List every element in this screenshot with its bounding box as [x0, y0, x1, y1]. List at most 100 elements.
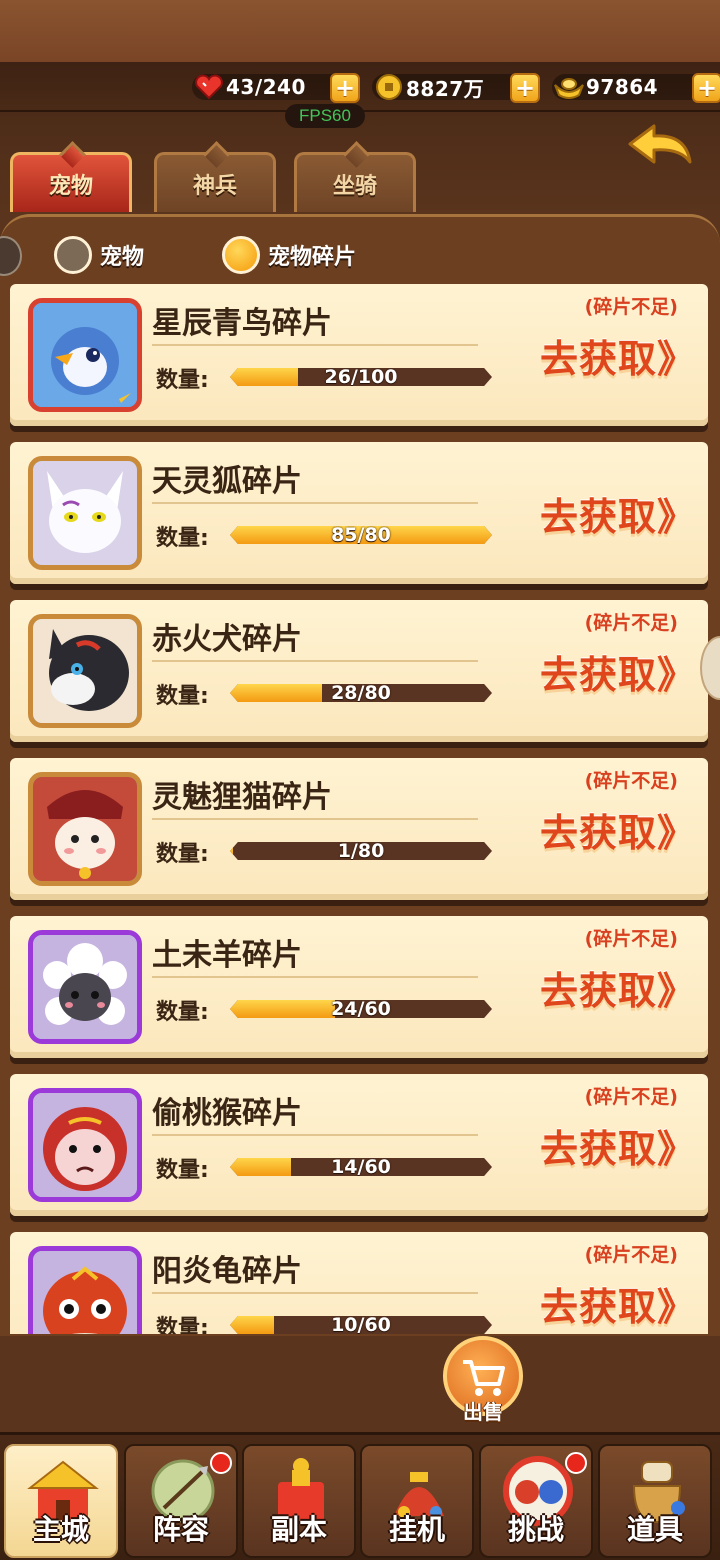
ingot-icon — [552, 71, 586, 103]
obtain-button[interactable]: 去获取》 — [540, 1276, 696, 1331]
nav-idle[interactable]: 挂机 — [360, 1444, 474, 1558]
nav-dungeon[interactable]: 副本 — [242, 1444, 356, 1558]
fragment-count: 85/80 — [331, 524, 391, 546]
coin-icon — [372, 71, 406, 103]
nav-formation[interactable]: 阵容 — [124, 1444, 238, 1558]
pet-avatar-icon[interactable] — [28, 298, 142, 412]
fragment-count: 14/60 — [331, 1156, 391, 1178]
fps-counter: FPS60 — [285, 104, 365, 128]
fragment-progress-bar: 10/60 — [230, 1316, 492, 1334]
fragment-progress-bar: 85/80 — [230, 526, 492, 544]
fragment-count: 10/60 — [331, 1314, 391, 1334]
filter-pets[interactable]: 宠物 — [54, 234, 144, 276]
fragment-name: 灵魅狸猫碎片 — [152, 780, 332, 815]
obtain-button[interactable]: 去获取》 — [540, 644, 696, 699]
add-stamina-button[interactable]: + — [330, 73, 360, 103]
filter-pet-fragments[interactable]: 宠物碎片 — [222, 234, 356, 276]
nav-label: 副本 — [270, 1513, 327, 1546]
notification-dot-icon — [210, 1452, 232, 1474]
divider — [152, 660, 478, 662]
obtain-button[interactable]: 去获取》 — [540, 486, 696, 541]
fragment-list[interactable]: 星辰青鸟碎片 数量: 26/100 (碎片不足) 去获取》 天灵狐碎片 数量: … — [0, 282, 720, 1334]
add-gold-button[interactable]: + — [692, 73, 720, 103]
radio-selected-icon — [222, 236, 260, 274]
fragment-count: 28/80 — [331, 682, 391, 704]
tab-pets[interactable]: 宠物 — [10, 152, 132, 212]
insufficient-warning: (碎片不足) — [584, 296, 678, 318]
nav-label: 挂机 — [388, 1513, 445, 1546]
coin-value: 8827万 — [406, 76, 485, 101]
insufficient-warning: (碎片不足) — [584, 770, 678, 792]
coin-resource: 8827万 + — [372, 71, 540, 103]
fragment-card: 灵魅狸猫碎片 数量: 1/80 (碎片不足) 去获取》 — [10, 758, 708, 900]
divider — [152, 1134, 478, 1136]
quantity-label: 数量: — [156, 1316, 209, 1334]
fragment-name: 天灵狐碎片 — [152, 464, 302, 499]
obtain-button[interactable]: 去获取》 — [540, 1118, 696, 1173]
fragment-name: 赤火犬碎片 — [152, 622, 302, 657]
fragment-progress-bar: 24/60 — [230, 1000, 492, 1018]
fragment-progress-bar: 28/80 — [230, 684, 492, 702]
pet-avatar-icon[interactable] — [28, 1088, 142, 1202]
pet-avatar-icon[interactable] — [28, 614, 142, 728]
insufficient-warning: (碎片不足) — [584, 1244, 678, 1266]
pet-avatar-icon[interactable] — [28, 456, 142, 570]
sell-button[interactable]: 出售 — [441, 1336, 525, 1424]
divider — [152, 818, 478, 820]
heart-icon — [192, 71, 226, 103]
gold-value: 97864 — [586, 75, 659, 99]
tab-weapons[interactable]: 神兵 — [154, 152, 276, 212]
fragment-count: 24/60 — [331, 998, 391, 1020]
fragment-card: 土未羊碎片 数量: 24/60 (碎片不足) 去获取》 — [10, 916, 708, 1058]
pet-avatar-icon[interactable] — [28, 772, 142, 886]
nav-castle[interactable]: 主城 — [4, 1444, 118, 1558]
nav-bag[interactable]: 道具 — [598, 1444, 712, 1558]
obtain-button[interactable]: 去获取》 — [540, 328, 696, 383]
radio-icon — [54, 236, 92, 274]
quantity-label: 数量: — [156, 1000, 209, 1025]
nav-challenge[interactable]: 挑战 — [479, 1444, 593, 1558]
quantity-label: 数量: — [156, 526, 209, 551]
divider — [152, 502, 478, 504]
fragment-card: 天灵狐碎片 数量: 85/80 去获取》 — [10, 442, 708, 584]
obtain-button[interactable]: 去获取》 — [540, 960, 696, 1015]
fragment-count: 26/100 — [324, 366, 398, 388]
insufficient-warning: (碎片不足) — [584, 1086, 678, 1108]
quantity-label: 数量: — [156, 368, 209, 393]
fragment-name: 偷桃猴碎片 — [152, 1096, 302, 1131]
nav-label: 阵容 — [152, 1513, 209, 1546]
stamina-resource: 43/240 + — [192, 71, 360, 103]
quantity-label: 数量: — [156, 1158, 209, 1183]
nav-label: 道具 — [626, 1513, 683, 1546]
pet-avatar-icon[interactable] — [28, 1246, 142, 1334]
fragment-card: 赤火犬碎片 数量: 28/80 (碎片不足) 去获取》 — [10, 600, 708, 742]
fragment-count: 1/80 — [337, 840, 385, 862]
fragment-progress-bar: 14/60 — [230, 1158, 492, 1176]
divider — [152, 344, 478, 346]
back-arrow-icon[interactable] — [626, 122, 696, 178]
resource-bar: 43/240 + 8827万 + 97864 + — [0, 62, 720, 112]
pet-avatar-icon[interactable] — [28, 930, 142, 1044]
tab-mounts[interactable]: 坐骑 — [294, 152, 416, 212]
fragment-progress-bar: 26/100 — [230, 368, 492, 386]
sell-label: 出售 — [463, 1400, 503, 1424]
obtain-button[interactable]: 去获取》 — [540, 802, 696, 857]
nav-label: 主城 — [32, 1513, 89, 1546]
insufficient-warning: (碎片不足) — [584, 928, 678, 950]
top-band — [0, 0, 720, 62]
nav-label: 挑战 — [507, 1513, 564, 1546]
divider — [152, 976, 478, 978]
insufficient-warning: (碎片不足) — [584, 612, 678, 634]
notification-dot-icon — [565, 1452, 587, 1474]
gold-resource: 97864 + — [552, 71, 720, 103]
add-coin-button[interactable]: + — [510, 73, 540, 103]
fragment-card: 偷桃猴碎片 数量: 14/60 (碎片不足) 去获取》 — [10, 1074, 708, 1216]
fragment-card: 星辰青鸟碎片 数量: 26/100 (碎片不足) 去获取》 — [10, 284, 708, 426]
fragment-card: 阳炎龟碎片 数量: 10/60 (碎片不足) 去获取》 — [10, 1232, 708, 1334]
fragment-name: 土未羊碎片 — [152, 938, 302, 973]
divider — [152, 1292, 478, 1294]
fragment-name: 阳炎龟碎片 — [152, 1254, 302, 1289]
quantity-label: 数量: — [156, 842, 209, 867]
stamina-value: 43/240 — [226, 75, 306, 99]
fragment-name: 星辰青鸟碎片 — [152, 306, 332, 341]
